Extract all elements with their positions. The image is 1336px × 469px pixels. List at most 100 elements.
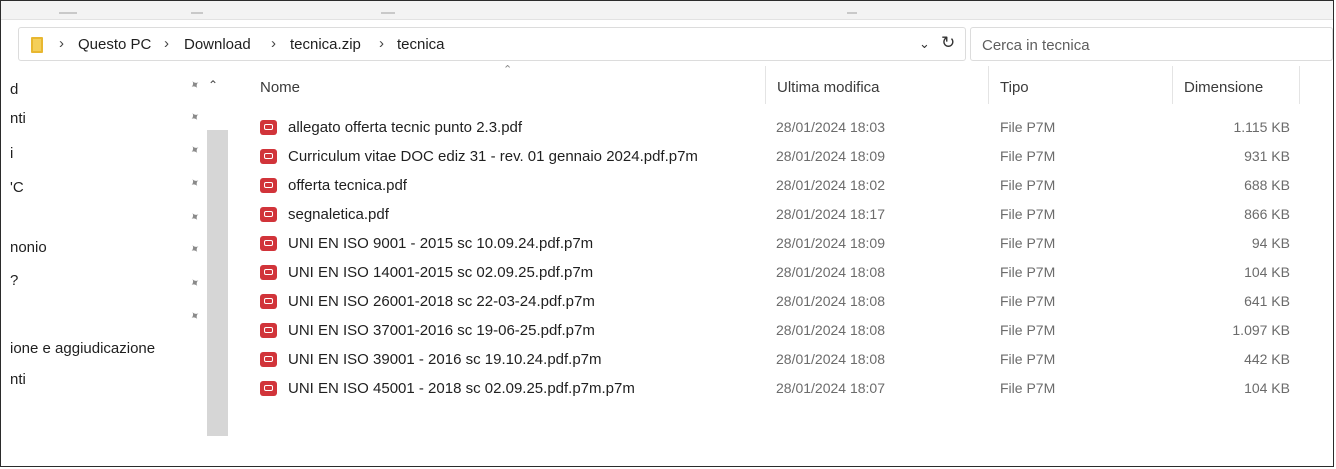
refresh-icon[interactable]: ↻ — [941, 33, 955, 53]
nav-item[interactable]: d — [10, 81, 18, 98]
breadcrumb-questo-pc[interactable]: Questo PC — [78, 36, 151, 53]
breadcrumb-separator: › — [379, 35, 384, 52]
pin-icon[interactable]: ✦ — [187, 307, 203, 324]
file-name: allegato offerta tecnic punto 2.3.pdf — [288, 119, 523, 136]
file-type: File P7M — [1000, 235, 1056, 251]
column-header-size[interactable]: Dimensione — [1184, 79, 1263, 96]
file-size: 442 KB — [1244, 351, 1290, 367]
file-name: UNI EN ISO 39001 - 2016 sc 19.10.24.pdf.… — [288, 351, 602, 368]
file-name: offerta tecnica.pdf — [288, 177, 407, 194]
file-modified: 28/01/2024 18:17 — [776, 206, 885, 222]
ribbon-strip — [1, 1, 1333, 20]
file-size: 104 KB — [1244, 264, 1290, 280]
nav-item[interactable]: i — [10, 145, 13, 162]
file-size: 1.115 KB — [1233, 119, 1290, 135]
file-row[interactable]: UNI EN ISO 39001 - 2016 sc 19.10.24.pdf.… — [250, 347, 1300, 375]
search-input[interactable] — [980, 29, 1314, 61]
nav-item[interactable]: ? — [10, 272, 18, 289]
nav-item[interactable]: 'C — [10, 179, 24, 196]
chevron-down-icon[interactable]: ⌄ — [919, 36, 930, 52]
pin-icon[interactable]: ✦ — [187, 76, 203, 93]
pin-icon[interactable]: ✦ — [187, 208, 203, 225]
file-type: File P7M — [1000, 380, 1056, 396]
file-row[interactable]: UNI EN ISO 45001 - 2018 sc 02.09.25.pdf.… — [250, 376, 1300, 404]
file-type: File P7M — [1000, 177, 1056, 193]
file-size: 931 KB — [1244, 148, 1290, 164]
file-name: UNI EN ISO 14001-2015 sc 02.09.25.pdf.p7… — [288, 264, 594, 281]
file-modified: 28/01/2024 18:08 — [776, 264, 885, 280]
column-divider[interactable] — [765, 66, 766, 104]
column-divider[interactable] — [1172, 66, 1173, 104]
column-divider[interactable] — [988, 66, 989, 104]
file-size: 641 KB — [1244, 293, 1290, 309]
file-size: 688 KB — [1244, 177, 1290, 193]
file-modified: 28/01/2024 18:03 — [776, 119, 885, 135]
pin-icon[interactable]: ✦ — [187, 141, 203, 158]
file-type: File P7M — [1000, 119, 1056, 135]
pdf-file-icon — [260, 265, 277, 280]
file-row[interactable]: UNI EN ISO 9001 - 2015 sc 10.09.24.pdf.p… — [250, 231, 1300, 259]
file-type: File P7M — [1000, 351, 1056, 367]
column-divider[interactable] — [1299, 66, 1300, 104]
file-size: 866 KB — [1244, 206, 1290, 222]
file-name: segnaletica.pdf — [288, 206, 389, 223]
file-row[interactable]: UNI EN ISO 26001-2018 sc 22-03-24.pdf.p7… — [250, 289, 1300, 317]
pdf-file-icon — [260, 323, 277, 338]
pdf-file-icon — [260, 381, 277, 396]
file-modified: 28/01/2024 18:08 — [776, 293, 885, 309]
file-name: UNI EN ISO 26001-2018 sc 22-03-24.pdf.p7… — [288, 293, 595, 310]
pdf-file-icon — [260, 178, 277, 193]
pdf-file-icon — [260, 120, 277, 135]
file-size: 1.097 KB — [1232, 322, 1290, 338]
scrollbar[interactable] — [207, 130, 228, 436]
file-row[interactable]: UNI EN ISO 37001-2016 sc 19-06-25.pdf.p7… — [250, 318, 1300, 346]
pdf-file-icon — [260, 352, 277, 367]
file-modified: 28/01/2024 18:08 — [776, 322, 885, 338]
nav-item[interactable]: nonio — [10, 239, 47, 256]
column-header-name[interactable]: Nome — [260, 79, 300, 96]
file-size: 94 KB — [1251, 235, 1290, 251]
chevron-up-icon[interactable]: ⌃ — [208, 78, 218, 92]
pin-icon[interactable]: ✦ — [187, 240, 203, 257]
pin-icon[interactable]: ✦ — [187, 274, 203, 291]
column-header-type[interactable]: Tipo — [1000, 79, 1029, 96]
breadcrumb-separator: › — [164, 35, 169, 52]
file-row[interactable]: offerta tecnica.pdf 28/01/2024 18:02 Fil… — [250, 173, 1300, 201]
breadcrumb-tecnica-zip[interactable]: tecnica.zip — [290, 36, 361, 53]
file-row[interactable]: allegato offerta tecnic punto 2.3.pdf 28… — [250, 115, 1300, 143]
file-modified: 28/01/2024 18:08 — [776, 351, 885, 367]
breadcrumb-separator: › — [59, 35, 64, 52]
address-bar[interactable]: › Questo PC › Download › tecnica.zip › t… — [18, 27, 966, 61]
breadcrumb-download[interactable]: Download — [184, 36, 251, 53]
nav-item[interactable]: ione e aggiudicazione — [10, 340, 155, 357]
nav-item[interactable]: nti — [10, 371, 26, 388]
nav-item[interactable]: nti — [10, 110, 26, 127]
file-type: File P7M — [1000, 206, 1056, 222]
file-row[interactable]: UNI EN ISO 14001-2015 sc 02.09.25.pdf.p7… — [250, 260, 1300, 288]
file-row[interactable]: Curriculum vitae DOC ediz 31 - rev. 01 g… — [250, 144, 1300, 172]
search-box[interactable] — [970, 27, 1333, 61]
file-modified: 28/01/2024 18:09 — [776, 148, 885, 164]
file-row[interactable]: segnaletica.pdf 28/01/2024 18:17 File P7… — [250, 202, 1300, 230]
file-type: File P7M — [1000, 293, 1056, 309]
pdf-file-icon — [260, 207, 277, 222]
file-type: File P7M — [1000, 264, 1056, 280]
file-name: UNI EN ISO 9001 - 2015 sc 10.09.24.pdf.p… — [288, 235, 594, 252]
navigation-pane: d nti i 'C nonio ? ione e aggiudicazione… — [0, 64, 230, 444]
folder-icon — [31, 37, 43, 53]
pin-icon[interactable]: ✦ — [187, 174, 203, 191]
pin-icon[interactable]: ✦ — [187, 108, 203, 125]
column-header-modified[interactable]: Ultima modifica — [777, 79, 880, 96]
breadcrumb-separator: › — [271, 35, 276, 52]
file-name: UNI EN ISO 45001 - 2018 sc 02.09.25.pdf.… — [288, 380, 635, 397]
file-modified: 28/01/2024 18:07 — [776, 380, 885, 396]
file-size: 104 KB — [1244, 380, 1290, 396]
file-name: UNI EN ISO 37001-2016 sc 19-06-25.pdf.p7… — [288, 322, 595, 339]
pdf-file-icon — [260, 236, 277, 251]
sort-ascending-icon: ⌃ — [503, 64, 513, 76]
file-modified: 28/01/2024 18:09 — [776, 235, 885, 251]
breadcrumb-tecnica[interactable]: tecnica — [397, 36, 445, 53]
pdf-file-icon — [260, 149, 277, 164]
pdf-file-icon — [260, 294, 277, 309]
file-type: File P7M — [1000, 148, 1056, 164]
